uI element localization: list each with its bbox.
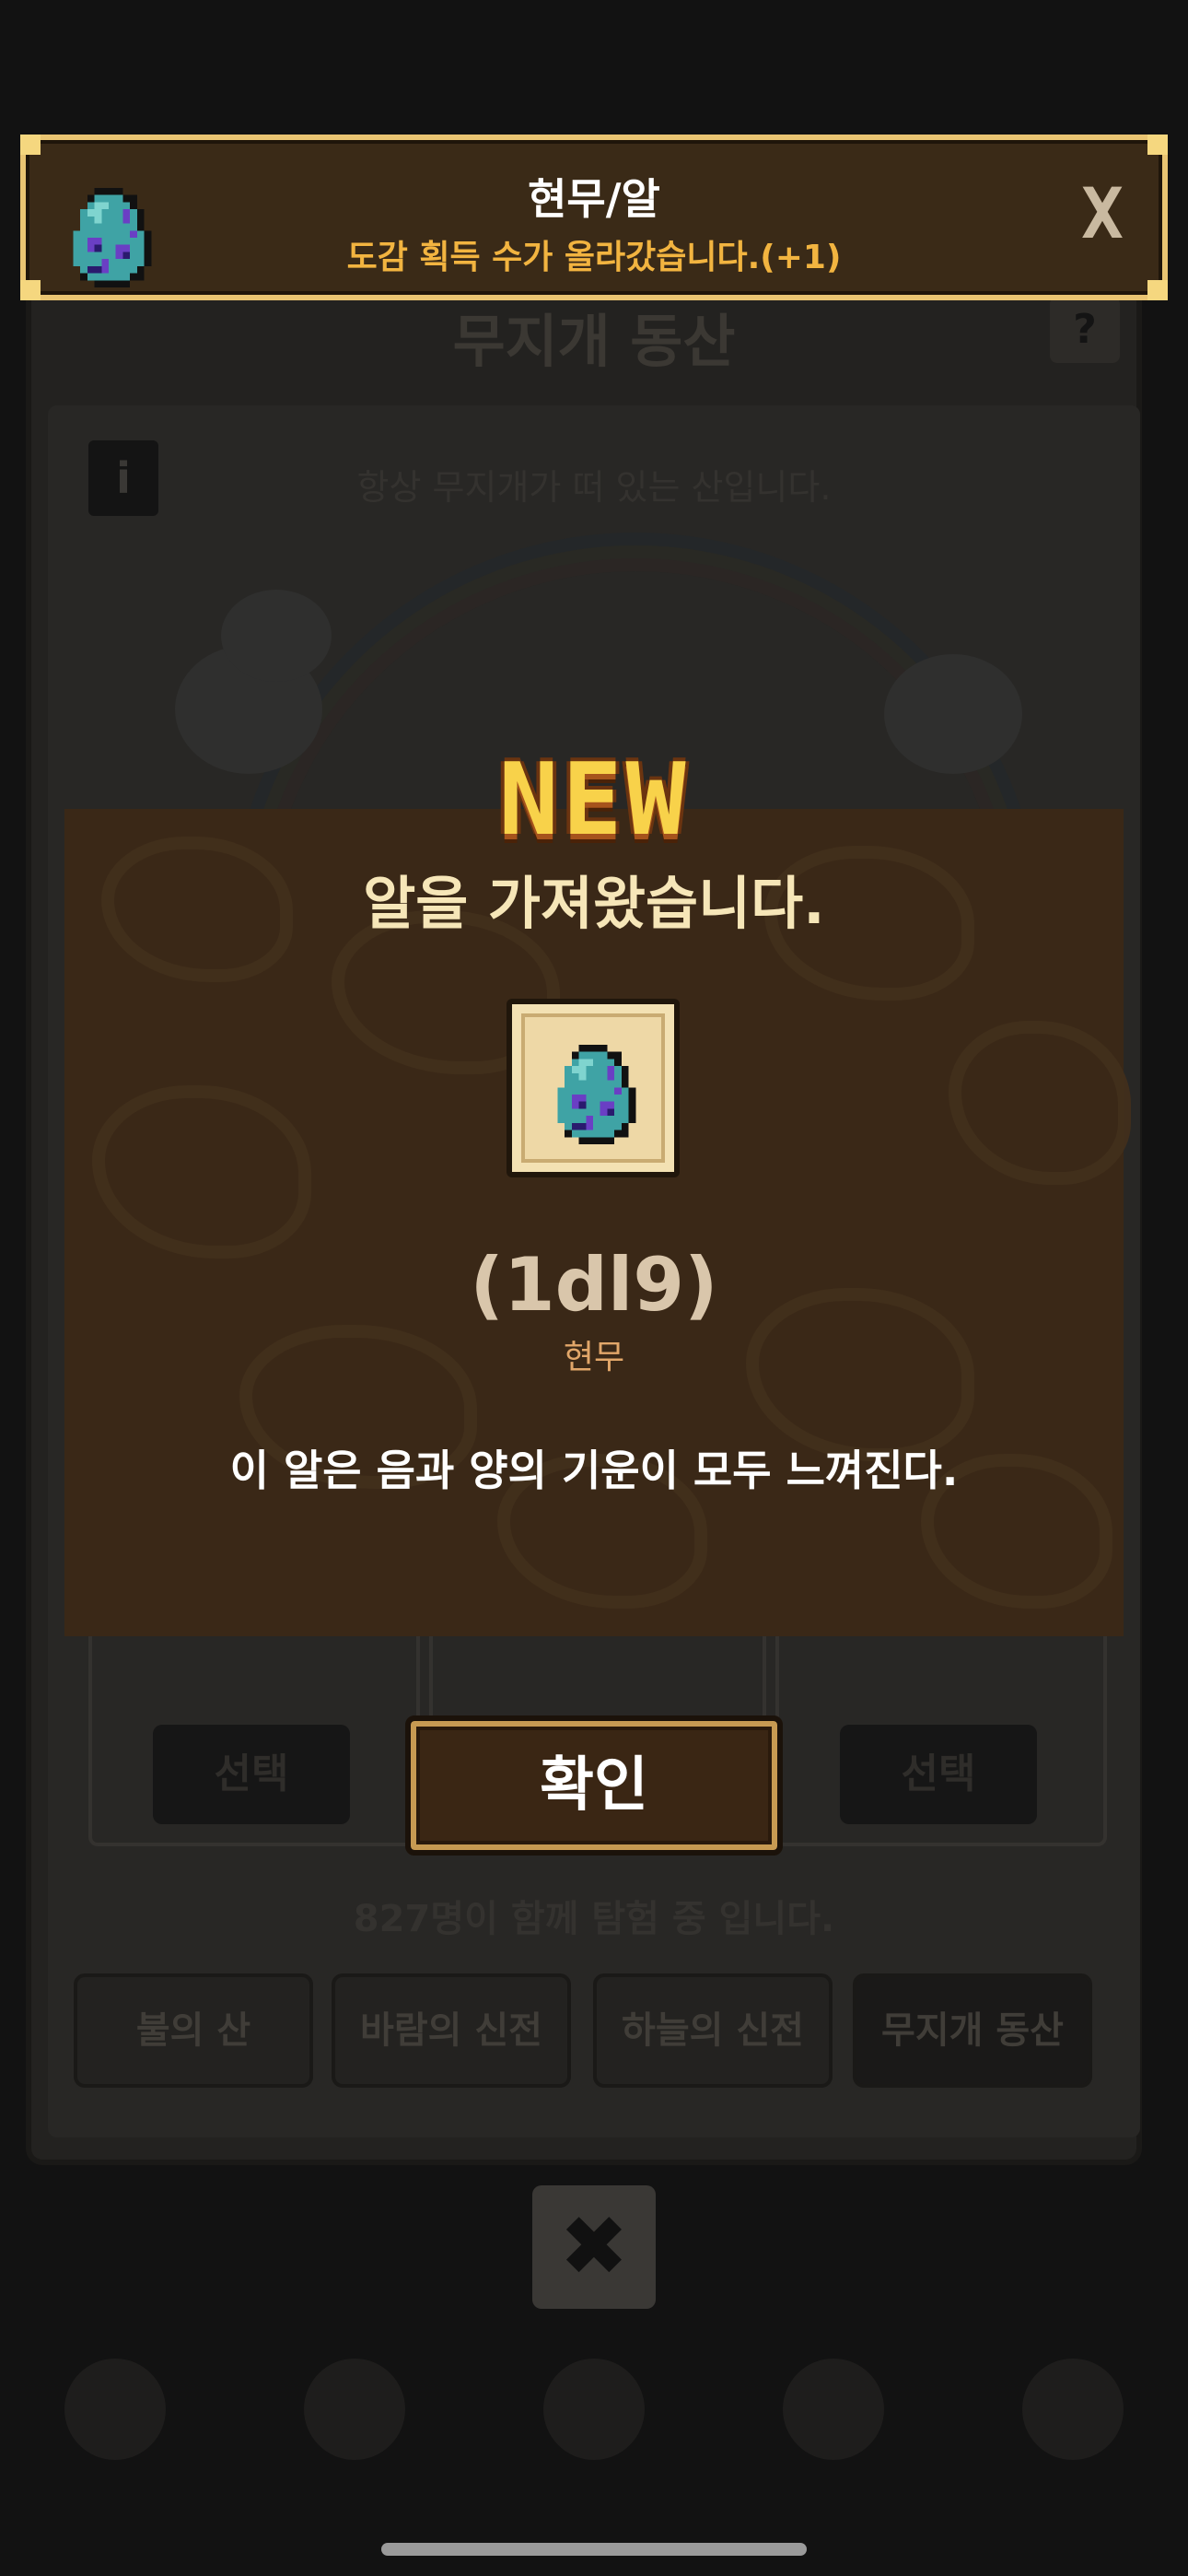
- home-indicator[interactable]: [381, 2543, 807, 2556]
- banner-corner: [1147, 135, 1168, 155]
- confirm-button[interactable]: 확인: [405, 1715, 783, 1856]
- egg-icon: [549, 1045, 637, 1148]
- cloud-left-top: [221, 590, 332, 682]
- nav-icon: [1022, 2359, 1124, 2460]
- app-screen: 무지개 동산 ? i 항상 무지개가 떠 있는 산입니다. 선택 선택 827명…: [0, 0, 1188, 2576]
- banner-subtitle: 도감 획득 수가 올라갔습니다.(+1): [346, 239, 842, 276]
- egg-description: 이 알은 음과 양의 기운이 모두 느껴진다.: [229, 1446, 959, 1495]
- tab-sky-temple: 하늘의 신전: [593, 1973, 833, 2088]
- nav-item-3: [516, 2359, 672, 2469]
- tab-wind-temple: 바람의 신전: [332, 1973, 571, 2088]
- background-close-icon: ✖: [532, 2185, 656, 2309]
- nav-item-2: [276, 2359, 433, 2469]
- nav-item-4: [755, 2359, 912, 2469]
- nav-item-5: [995, 2359, 1151, 2469]
- banner-corner: [20, 280, 41, 300]
- tab-rainbow-hill: 무지개 동산: [853, 1973, 1092, 2088]
- background-title: 무지개 동산: [452, 308, 736, 375]
- banner-title: 현무/알: [528, 174, 660, 224]
- nav-icon: [543, 2359, 645, 2460]
- nav-item-1: [37, 2359, 193, 2469]
- new-label: NEW: [498, 743, 690, 858]
- egg-card: [507, 999, 680, 1177]
- select-button-left: 선택: [153, 1725, 350, 1824]
- banner-corner: [1147, 280, 1168, 300]
- nav-icon: [304, 2359, 405, 2460]
- tab-fire-mountain: 불의 산: [74, 1973, 313, 2088]
- nav-icon: [64, 2359, 166, 2460]
- collection-notification-banner[interactable]: 현무/알 도감 획득 수가 올라갔습니다.(+1) X: [20, 135, 1168, 300]
- banner-corner: [20, 135, 41, 155]
- popup-heading: 알을 가져왔습니다.: [363, 870, 825, 937]
- help-icon: ?: [1050, 297, 1120, 363]
- nav-icon: [783, 2359, 884, 2460]
- banner-close-button[interactable]: X: [1070, 177, 1135, 251]
- select-button-right: 선택: [840, 1725, 1037, 1824]
- participants-count: 827명이 함께 탐험 중 입니다.: [353, 1898, 835, 1940]
- popup-pattern: [92, 1085, 311, 1259]
- egg-name: 현무: [563, 1339, 625, 1376]
- popup-pattern: [949, 1021, 1131, 1185]
- egg-id: (1dl9): [470, 1242, 718, 1328]
- background-description: 항상 무지개가 떠 있는 산입니다.: [356, 467, 832, 508]
